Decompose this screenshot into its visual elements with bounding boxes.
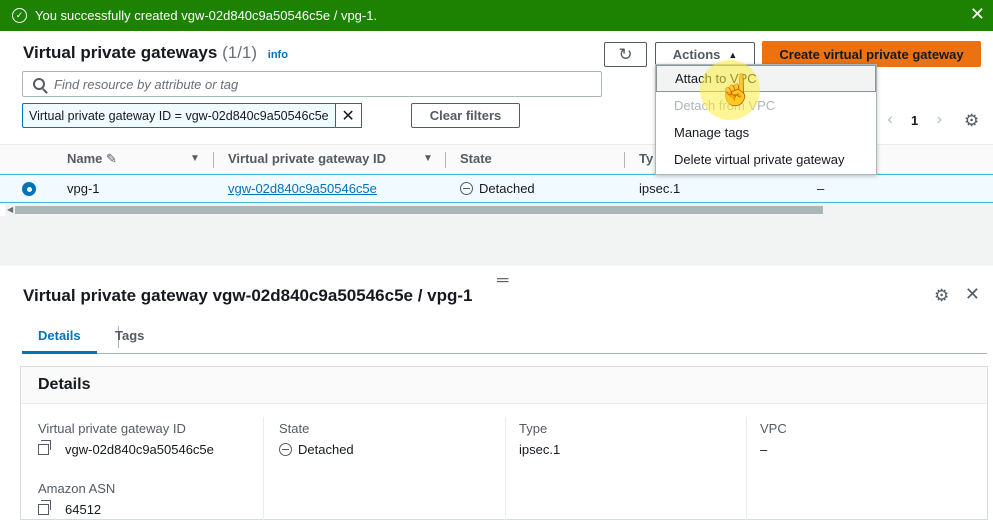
menu-item-attach-vpc[interactable]: Attach to VPC [656, 65, 876, 92]
actions-label: Actions [672, 47, 721, 62]
field-label: Type [519, 421, 548, 436]
col-name-header[interactable]: Name ✎ [67, 151, 117, 167]
row-state-text: Detached [479, 181, 535, 196]
title-count: (1/1) [222, 43, 258, 62]
success-message: You successfully created vgw-02d840c9a50… [35, 8, 378, 23]
field-type: Type ipsec.1 [519, 421, 560, 457]
success-banner: ✓ You successfully created vgw-02d840c9a… [0, 0, 993, 31]
panel-settings-gear-icon[interactable]: ⚙ [934, 286, 949, 306]
detached-icon [460, 182, 473, 195]
tab-tags[interactable]: Tags [115, 328, 144, 354]
remove-filter-icon[interactable]: ✕ [335, 103, 362, 128]
menu-item-detach-vpc[interactable]: Detach from VPC [656, 92, 876, 119]
state-value: Detached [298, 442, 354, 457]
search-placeholder: Find resource by attribute or tag [54, 76, 239, 92]
row-radio-selected[interactable] [22, 182, 36, 196]
detail-title: Virtual private gateway vgw-02d840c9a505… [23, 286, 473, 305]
type-value: ipsec.1 [519, 442, 561, 457]
asn-value: 64512 [65, 502, 102, 517]
scroll-left-icon[interactable]: ◀ [7, 205, 13, 214]
edit-pencil-icon: ✎ [106, 151, 117, 166]
field-label: Amazon ASN [38, 481, 116, 496]
col-type-header[interactable]: Ty [639, 151, 653, 166]
sort-down-icon[interactable]: ▼ [423, 153, 433, 164]
filter-token-text: Virtual private gateway ID = vgw-02d840c… [22, 103, 336, 128]
field-vpc: VPC – [760, 421, 787, 457]
refresh-button[interactable]: ↻ [604, 42, 647, 67]
table-row[interactable]: vpg-1 vgw-02d840c9a50546c5e Detached ips… [0, 174, 993, 203]
search-input[interactable]: Find resource by attribute or tag [22, 71, 602, 97]
column-divider [505, 417, 506, 520]
pagination: ‹ 1 › [883, 111, 946, 129]
col-name-label: Name [67, 151, 103, 166]
field-label: Virtual private gateway ID [38, 421, 186, 436]
vgw-id-value: vgw-02d840c9a50546c5e [65, 442, 214, 457]
title-text: Virtual private gateways [23, 43, 218, 62]
details-heading: Details [21, 367, 987, 404]
split-panel-gutter [0, 216, 993, 266]
menu-item-delete-gateway[interactable]: Delete virtual private gateway [656, 146, 876, 173]
page-number[interactable]: 1 [911, 113, 918, 128]
details-container: Details Virtual private gateway ID vgw-0… [20, 366, 988, 520]
page-title: Virtual private gateways (1/1) info [23, 43, 288, 63]
column-divider [263, 417, 264, 520]
column-divider [445, 152, 446, 168]
caret-up-icon: ▲ [728, 49, 738, 60]
menu-item-manage-tags[interactable]: Manage tags [656, 119, 876, 146]
info-link[interactable]: info [268, 49, 288, 61]
copy-icon[interactable] [38, 440, 51, 455]
field-label: VPC [760, 421, 787, 436]
scrollbar-thumb[interactable] [15, 206, 823, 214]
next-page-icon[interactable]: › [932, 111, 946, 129]
col-state-header[interactable]: State [460, 151, 492, 166]
field-vgw-id: Virtual private gateway ID vgw-02d840c9a… [38, 421, 214, 517]
row-type: ipsec.1 [639, 181, 681, 196]
field-state: State Detached [279, 421, 354, 457]
row-state: Detached [460, 181, 535, 196]
horizontal-scrollbar[interactable]: ◀ [5, 204, 993, 216]
column-divider [746, 417, 747, 520]
tab-details[interactable]: Details [22, 328, 97, 354]
copy-icon[interactable] [38, 500, 51, 515]
detached-icon [279, 443, 292, 456]
detail-tabs: Details Tags [22, 324, 987, 354]
row-name: vpg-1 [67, 181, 100, 196]
field-label: State [279, 421, 310, 436]
panel-close-icon[interactable]: ✕ [965, 284, 980, 305]
row-vgw-id-link[interactable]: vgw-02d840c9a50546c5e [228, 181, 377, 196]
field-value: 64512 [38, 500, 214, 517]
close-banner-icon[interactable]: ✕ [970, 4, 985, 24]
prev-page-icon[interactable]: ‹ [883, 111, 897, 129]
field-value: vgw-02d840c9a50546c5e [38, 440, 214, 457]
refresh-icon: ↻ [618, 44, 633, 64]
hand-pointer-icon: ☝ [717, 74, 755, 107]
check-circle-icon: ✓ [12, 8, 27, 23]
clear-filters-button[interactable]: Clear filters [411, 103, 520, 128]
column-divider [624, 152, 625, 168]
search-icon [33, 78, 45, 90]
table-settings-gear-icon[interactable]: ⚙ [964, 111, 979, 131]
details-split-panel: Virtual private gateway vgw-02d840c9a505… [0, 266, 993, 520]
field-value: Detached [279, 442, 354, 457]
col-vgw-id-header[interactable]: Virtual private gateway ID [228, 151, 386, 166]
row-vpc: – [817, 181, 825, 196]
column-divider [213, 152, 214, 168]
actions-dropdown-menu: Attach to VPC Detach from VPC Manage tag… [655, 64, 877, 175]
resize-handle-icon[interactable]: ═ [497, 272, 508, 290]
sort-down-icon[interactable]: ▼ [190, 153, 200, 164]
filter-token: Virtual private gateway ID = vgw-02d840c… [22, 103, 362, 128]
vpc-value: – [760, 442, 768, 457]
